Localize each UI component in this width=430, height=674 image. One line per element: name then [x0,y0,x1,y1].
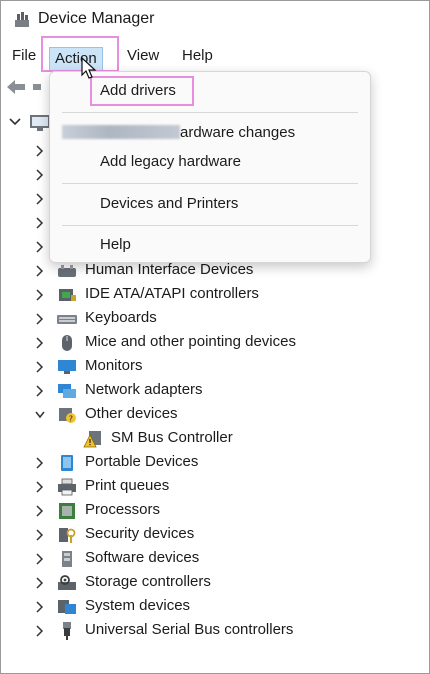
chevron-right-icon[interactable] [35,241,45,253]
mouse-icon [62,335,72,351]
svg-text:?: ? [69,415,73,424]
chevron-right-icon[interactable] [35,313,45,325]
tree-item-label: Monitors [85,357,143,374]
tree-item-label: Human Interface Devices [85,261,254,278]
tree-item-ide[interactable]: IDE ATA/ATAPI controllers [1,283,429,307]
tree-item-label: Processors [85,501,161,518]
tree-item-keyboards[interactable]: Keyboards [1,307,429,331]
menu-item-devices-and-printers[interactable]: Devices and Printers [100,195,238,212]
chevron-right-icon[interactable] [35,193,45,205]
menu-item-help[interactable]: Help [100,236,131,253]
add-drivers-highlight-box [90,76,194,106]
chevron-down-icon[interactable] [35,409,45,421]
chevron-right-icon[interactable] [35,265,45,277]
back-arrow-icon[interactable] [7,79,43,95]
tree-item-system[interactable]: System devices [1,595,429,619]
unknown-device-icon: ? [59,408,76,424]
tree-item-mice[interactable]: Mice and other pointing devices [1,331,429,355]
keyboard-icon [57,315,77,324]
network-adapter-icon [58,384,76,398]
printer-icon [58,478,76,496]
computer-icon [30,115,50,131]
tree-item-label: Keyboards [85,309,157,326]
tree-item-print-queues[interactable]: Print queues [1,475,429,499]
chevron-right-icon[interactable] [35,625,45,637]
action-dropdown-menu: Add drivers ardware changes Add legacy h… [49,71,371,263]
chevron-right-icon[interactable] [35,601,45,613]
title-bar: Device Manager [1,1,429,39]
tree-item-usb[interactable]: Universal Serial Bus controllers [1,619,429,643]
tree-item-label: Software devices [85,549,200,566]
tree-item-other-devices[interactable]: ? Other devices [1,403,429,427]
chevron-right-icon[interactable] [35,505,45,517]
security-device-icon [59,528,76,543]
tree-item-portable[interactable]: Portable Devices [1,451,429,475]
chevron-right-icon[interactable] [35,289,45,301]
mouse-cursor-icon [81,57,97,79]
tree-item-storage[interactable]: Storage controllers [1,571,429,595]
tree-item-label: Storage controllers [85,573,211,590]
menu-view[interactable]: View [121,45,165,66]
menu-separator [62,183,358,184]
tree-item-monitors[interactable]: Monitors [1,355,429,379]
tree-item-label: Portable Devices [85,453,199,470]
processor-icon [59,503,75,519]
tree-item-security[interactable]: Security devices [1,523,429,547]
device-manager-icon [15,12,29,27]
chevron-right-icon[interactable] [35,457,45,469]
portable-device-icon [61,455,73,471]
usb-icon [63,622,71,640]
chevron-right-icon[interactable] [35,481,45,493]
window-title: Device Manager [38,10,155,27]
monitor-icon [58,360,76,374]
chevron-right-icon[interactable] [35,217,45,229]
chevron-right-icon[interactable] [35,577,45,589]
tree-item-label: Print queues [85,477,170,494]
menu-item-add-legacy-hardware[interactable]: Add legacy hardware [100,153,241,170]
chevron-right-icon[interactable] [35,169,45,181]
chevron-right-icon[interactable] [35,529,45,541]
tree-item-label: Mice and other pointing devices [85,333,296,350]
tree-item-label: Universal Serial Bus controllers [85,621,294,638]
tree-item-sm-bus-controller[interactable]: SM Bus Controller [1,427,429,451]
action-highlight-box [41,36,119,72]
device-manager-window: Device Manager File Action View Help Hum… [0,0,430,674]
tree-item-label: System devices [85,597,191,614]
menu-file[interactable]: File [6,45,42,66]
chevron-right-icon[interactable] [35,361,45,373]
tree-item-processors[interactable]: Processors [1,499,429,523]
menu-help[interactable]: Help [176,45,219,66]
tree-item-label: Security devices [85,525,195,542]
menu-item-scan-hardware-changes[interactable]: ardware changes [180,124,295,141]
hid-icon [58,265,76,277]
tree-item-label: Network adapters [85,381,203,398]
menu-separator [62,225,358,226]
chevron-right-icon[interactable] [35,385,45,397]
software-device-icon [62,551,72,567]
chevron-right-icon[interactable] [35,553,45,565]
menu-separator [62,112,358,113]
chevron-right-icon[interactable] [35,337,45,349]
tree-item-label: SM Bus Controller [111,429,233,446]
tree-item-network[interactable]: Network adapters [1,379,429,403]
warning-device-icon [83,431,101,448]
storage-controller-icon [58,575,76,590]
system-device-icon [58,600,76,614]
tree-item-software[interactable]: Software devices [1,547,429,571]
chevron-right-icon[interactable] [35,145,45,157]
chevron-down-icon[interactable] [9,117,21,127]
tree-item-label: IDE ATA/ATAPI controllers [85,285,259,302]
ide-controller-icon [59,289,76,301]
redacted-text-blur [62,125,180,139]
tree-item-label: Other devices [85,405,178,422]
